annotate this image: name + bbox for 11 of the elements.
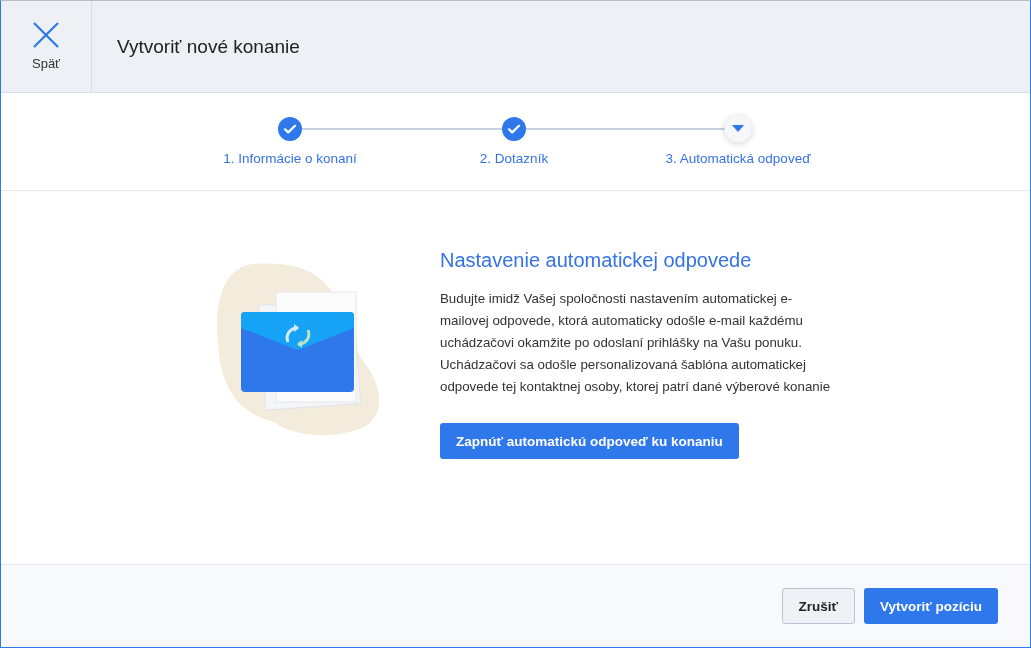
enable-autoreply-button[interactable]: Zapnúť automatickú odpoveď ku konaniu (440, 423, 739, 459)
back-button[interactable]: Späť (1, 1, 92, 92)
step-label[interactable]: 1. Informácie o konaní (223, 151, 357, 166)
section-title: Nastavenie automatickej odpovede (440, 249, 753, 272)
step-label[interactable]: 3. Automatická odpoveď (665, 151, 811, 166)
step-label[interactable]: 2. Dotazník (479, 151, 549, 166)
close-icon (33, 22, 59, 48)
description-text: Budujte imidž Vašej spoločnosti nastavením automatickej e- mailovej odpovede, ktorá automaticky odošle e-mail každému uchádzačovi okamžite po odoslaní prihlášky na Vašu ponuku. Uchádzačovi sa odošle personalizovaná šablóna automatickej odpovede tej kontaktnej osoby, ktorej patrí dané výberové konanie (440, 290, 831, 396)
cancel-button[interactable]: Zrušiť (781, 588, 855, 624)
page-title: Vytvoriť nové konanie (117, 35, 300, 58)
create-button[interactable]: Vytvoriť pozíciu (864, 588, 998, 624)
